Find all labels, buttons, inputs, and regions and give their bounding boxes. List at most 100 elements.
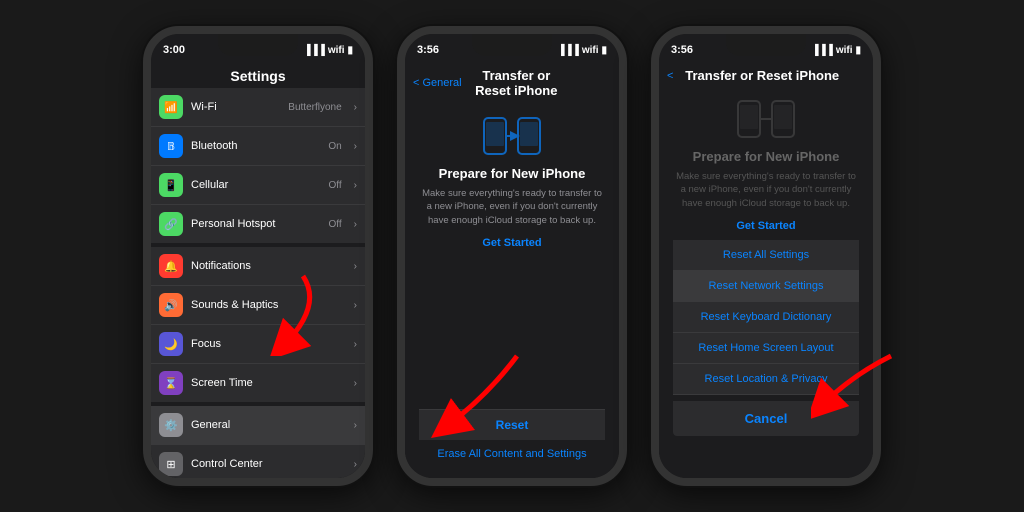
bluetooth-chevron: ›	[354, 141, 357, 152]
nav-title-3: Transfer or Reset iPhone	[679, 68, 845, 83]
settings-item-screentime[interactable]: ⌛ Screen Time ›	[151, 364, 365, 402]
notifications-icon: 🔔	[159, 254, 183, 278]
back-button-2[interactable]: < General	[413, 77, 462, 89]
settings-item-wifi[interactable]: 📶 Wi-Fi Butterflyone ›	[151, 88, 365, 127]
hotspot-icon: 🔗	[159, 212, 183, 236]
status-icons-2: ▐▐▐ wifi ▮	[558, 45, 607, 56]
status-time-3: 3:56	[671, 44, 693, 56]
wifi-status-icon: wifi	[328, 45, 345, 56]
signal-icon-3: ▐▐▐	[812, 45, 833, 56]
focus-label: Focus	[191, 338, 346, 350]
status-icons-1: ▐▐▐ wifi ▮	[304, 45, 353, 56]
wifi-label: Wi-Fi	[191, 101, 280, 113]
cellular-value: Off	[329, 180, 342, 191]
transfer-phones-svg-3	[736, 97, 796, 141]
signal-icon-2: ▐▐▐	[558, 45, 579, 56]
notch-3	[726, 34, 806, 56]
settings-section-general: ⚙️ General › ⊞ Control Center › ☀ Displa…	[151, 406, 365, 478]
settings-item-bluetooth[interactable]: 𝔹 Bluetooth On ›	[151, 127, 365, 166]
sounds-icon: 🔊	[159, 293, 183, 317]
settings-page-title: Settings	[151, 62, 365, 88]
wifi-chevron: ›	[354, 102, 357, 113]
bluetooth-label: Bluetooth	[191, 140, 320, 152]
battery-icon-2: ▮	[601, 45, 607, 56]
erase-button[interactable]: Erase All Content and Settings	[419, 440, 605, 468]
volume-up-button-3	[651, 114, 653, 142]
prepare-desc-3: Make sure everything's ready to transfer…	[673, 170, 859, 210]
nav-bar-3: < Transfer or Reset iPhone	[659, 62, 873, 89]
transfer-phones-svg	[482, 114, 542, 158]
prepare-title: Prepare for New iPhone	[439, 166, 586, 181]
volume-down-button	[143, 152, 145, 180]
settings-list: 📶 Wi-Fi Butterflyone › 𝔹 Bluetooth On › …	[151, 88, 365, 478]
settings-item-hotspot[interactable]: 🔗 Personal Hotspot Off ›	[151, 205, 365, 243]
settings-item-general[interactable]: ⚙️ General ›	[151, 406, 365, 445]
settings-item-focus[interactable]: 🌙 Focus ›	[151, 325, 365, 364]
status-time-1: 3:00	[163, 44, 185, 56]
reset-network-settings-option[interactable]: Reset Network Settings	[673, 271, 859, 302]
bluetooth-icon: 𝔹	[159, 134, 183, 158]
wifi-value: Butterflyone	[288, 102, 341, 113]
volume-up-button	[143, 114, 145, 142]
volume-down-button-3	[651, 152, 653, 180]
screentime-icon: ⌛	[159, 371, 183, 395]
focus-chevron: ›	[354, 339, 357, 350]
notch-2	[472, 34, 552, 56]
cellular-icon: 📱	[159, 173, 183, 197]
phone-1-shell: 3:00 ▐▐▐ wifi ▮ Settings 📶 Wi-Fi Butterf…	[143, 26, 373, 486]
power-button	[371, 134, 373, 184]
screentime-label: Screen Time	[191, 377, 346, 389]
focus-icon: 🌙	[159, 332, 183, 356]
hotspot-label: Personal Hotspot	[191, 218, 321, 230]
nav-bar-2: < General Transfer or Reset iPhone	[405, 62, 619, 104]
hotspot-chevron: ›	[354, 219, 357, 230]
volume-down-button-2	[397, 152, 399, 180]
status-icons-3: ▐▐▐ wifi ▮	[812, 45, 861, 56]
battery-icon: ▮	[347, 45, 353, 56]
cellular-chevron: ›	[354, 180, 357, 191]
cancel-button[interactable]: Cancel	[673, 401, 859, 436]
settings-item-controlcenter[interactable]: ⊞ Control Center ›	[151, 445, 365, 478]
power-button-2	[625, 134, 627, 184]
transfer-content: Prepare for New iPhone Make sure everyth…	[405, 104, 619, 478]
reset-options-screen: < Transfer or Reset iPhone Prepare for N…	[659, 62, 873, 478]
sounds-label: Sounds & Haptics	[191, 299, 346, 311]
reset-section: Reset Erase All Content and Settings	[419, 409, 605, 468]
cellular-label: Cellular	[191, 179, 321, 191]
reset-location-option[interactable]: Reset Location & Privacy	[673, 364, 859, 395]
reset-options-panel: Reset All Settings Reset Network Setting…	[673, 240, 859, 436]
prepare-title-3: Prepare for New iPhone	[693, 149, 840, 164]
get-started-link-3[interactable]: Get Started	[736, 220, 795, 232]
wifi-status-icon-2: wifi	[582, 45, 599, 56]
phone-3-shell: 3:56 ▐▐▐ wifi ▮ < Transfer or Reset iPho…	[651, 26, 881, 486]
bluetooth-value: On	[328, 141, 341, 152]
power-button-3	[879, 134, 881, 184]
transfer-icon	[482, 114, 542, 158]
battery-icon-3: ▮	[855, 45, 861, 56]
phone-3: 3:56 ▐▐▐ wifi ▮ < Transfer or Reset iPho…	[651, 26, 881, 486]
settings-item-cellular[interactable]: 📱 Cellular Off ›	[151, 166, 365, 205]
transfer-icon-3	[736, 97, 796, 141]
phone-2-shell: 3:56 ▐▐▐ wifi ▮ < General Transfer or Re…	[397, 26, 627, 486]
settings-section-notifications: 🔔 Notifications › 🔊 Sounds & Haptics › 🌙…	[151, 247, 365, 402]
wifi-icon: 📶	[159, 95, 183, 119]
reset-button[interactable]: Reset	[419, 409, 605, 440]
reset-homescreen-option[interactable]: Reset Home Screen Layout	[673, 333, 859, 364]
settings-item-notifications[interactable]: 🔔 Notifications ›	[151, 247, 365, 286]
signal-icon: ▐▐▐	[304, 45, 325, 56]
reset-all-settings-option[interactable]: Reset All Settings	[673, 240, 859, 271]
volume-up-button-2	[397, 114, 399, 142]
general-chevron: ›	[354, 420, 357, 431]
notifications-chevron: ›	[354, 261, 357, 272]
back-button-3[interactable]: <	[667, 70, 673, 82]
notifications-label: Notifications	[191, 260, 346, 272]
settings-section-network: 📶 Wi-Fi Butterflyone › 𝔹 Bluetooth On › …	[151, 88, 365, 243]
settings-item-sounds[interactable]: 🔊 Sounds & Haptics ›	[151, 286, 365, 325]
get-started-link[interactable]: Get Started	[482, 237, 541, 249]
nav-title-2: Transfer or Reset iPhone	[468, 68, 565, 98]
phone-2: 3:56 ▐▐▐ wifi ▮ < General Transfer or Re…	[397, 26, 627, 486]
wifi-status-icon-3: wifi	[836, 45, 853, 56]
transfer-content-3: Prepare for New iPhone Make sure everyth…	[659, 89, 873, 478]
general-icon: ⚙️	[159, 413, 183, 437]
reset-keyboard-option[interactable]: Reset Keyboard Dictionary	[673, 302, 859, 333]
